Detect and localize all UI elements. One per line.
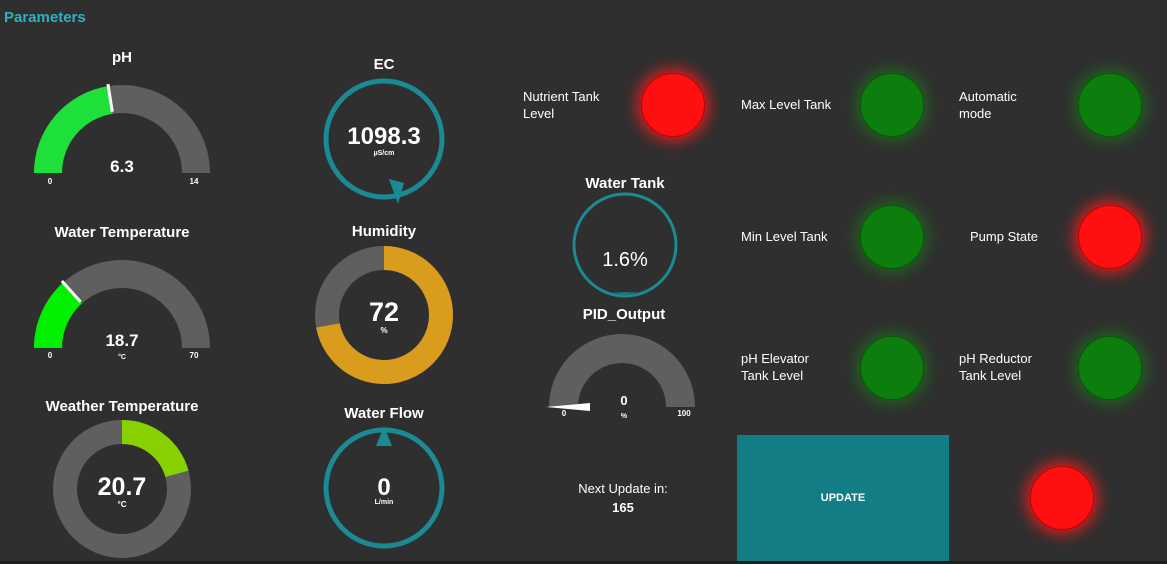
- pid-output-gauge-unit: %: [621, 413, 628, 420]
- ph-gauge-min: 0: [48, 177, 53, 186]
- nutrient-tank-level-indicator: [641, 73, 705, 137]
- pump-state-label: Pump State: [970, 229, 1038, 244]
- ph-elevator-tank-level-indicator: [860, 336, 924, 400]
- ec-gauge: 1098.3 µS/cm: [323, 78, 445, 204]
- weather-temp-gauge-value: 20.7: [98, 473, 147, 501]
- ph-elevator-tank-level-label-line1: pH Elevator: [741, 351, 809, 366]
- humidity-gauge: 72 %: [315, 246, 453, 384]
- humidity-gauge-value: 72: [369, 297, 399, 327]
- automatic-mode-label-line1: Automatic: [959, 89, 1017, 104]
- nutrient-tank-level-label-line1: Nutrient Tank: [523, 89, 600, 104]
- ec-gauge-unit: µS/cm: [374, 150, 395, 157]
- water-tank-title: Water Tank: [585, 175, 665, 192]
- water-flow-gauge-unit: L/min: [375, 499, 394, 506]
- nutrient-tank-level-label: Nutrient Tank Level: [523, 88, 599, 122]
- ec-gauge-value: 1098.3: [347, 123, 420, 150]
- water-temp-gauge-max: 70: [190, 351, 199, 360]
- next-update: Next Update in: 165: [560, 480, 686, 515]
- weather-temp-gauge: 20.7 °C: [53, 420, 191, 558]
- min-level-tank-indicator: [860, 205, 924, 269]
- ec-gauge-pointer: [389, 179, 404, 204]
- water-temp-gauge-unit: °C: [118, 353, 126, 361]
- water-temp-gauge-title: Water Temperature: [54, 224, 190, 241]
- automatic-mode-label: Automatic mode: [959, 88, 1017, 122]
- water-temp-gauge-min: 0: [48, 351, 53, 360]
- water-tank-value: 1.6%: [602, 249, 648, 271]
- ph-elevator-tank-level-label: pH Elevator Tank Level: [741, 350, 809, 384]
- ph-gauge-title: pH: [112, 49, 132, 66]
- weather-temp-gauge-title: Weather Temperature: [45, 398, 199, 415]
- next-update-countdown: 165: [612, 500, 634, 515]
- automatic-mode-indicator: [1078, 73, 1142, 137]
- ph-gauge: 6.3 0 14: [34, 83, 210, 186]
- ph-gauge-fill: [34, 86, 113, 173]
- section-title: Parameters: [4, 9, 86, 26]
- update-button[interactable]: UPDATE: [737, 435, 949, 561]
- water-tank-ring: [572, 192, 678, 298]
- automatic-mode-label-line2: mode: [959, 106, 992, 121]
- pid-output-gauge-max: 100: [677, 409, 691, 418]
- ph-reductor-tank-level-indicator: [1078, 336, 1142, 400]
- ph-reductor-tank-level-label-line2: Tank Level: [959, 368, 1022, 383]
- pid-output-gauge: 0 % 0 100: [546, 334, 695, 420]
- humidity-gauge-title: Humidity: [351, 223, 417, 240]
- pump-state-indicator: [1078, 205, 1142, 269]
- pid-output-gauge-value: 0: [620, 393, 627, 408]
- pid-output-title: PID_Output: [582, 306, 666, 323]
- nutrient-tank-level-label-line2: Level: [523, 106, 555, 121]
- weather-temp-gauge-unit: °C: [118, 500, 127, 509]
- next-update-label: Next Update in:: [578, 481, 668, 496]
- ph-elevator-tank-level-label-line2: Tank Level: [741, 368, 804, 383]
- update-status-indicator: [1030, 466, 1094, 530]
- ph-reductor-tank-level-label-line1: pH Reductor: [959, 351, 1032, 366]
- water-flow-gauge-title: Water Flow: [344, 405, 424, 422]
- water-tank-level-fill: [576, 292, 674, 294]
- pid-output-gauge-min: 0: [562, 409, 567, 418]
- water-temp-gauge-value: 18.7: [105, 331, 138, 350]
- water-flow-gauge: 0 L/min: [323, 426, 445, 549]
- min-level-tank-label: Min Level Tank: [741, 229, 828, 244]
- ec-gauge-title: EC: [373, 56, 395, 73]
- water-flow-gauge-value: 0: [377, 474, 390, 501]
- water-temp-gauge: 18.7 °C 0 70: [34, 260, 210, 361]
- max-level-tank-indicator: [860, 73, 924, 137]
- humidity-gauge-unit: %: [380, 326, 387, 335]
- max-level-tank-label: Max Level Tank: [741, 97, 832, 112]
- water-tank-gauge: 1.6%: [572, 192, 678, 298]
- ph-gauge-max: 14: [190, 177, 199, 186]
- ph-reductor-tank-level-label: pH Reductor Tank Level: [959, 350, 1032, 384]
- ph-gauge-value: 6.3: [110, 157, 134, 176]
